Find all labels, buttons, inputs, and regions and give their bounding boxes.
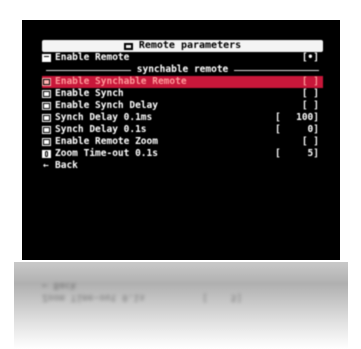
section-separator: synchable remote	[42, 64, 323, 76]
value-bracket: [	[275, 124, 281, 135]
menu-item-synch-delay-s[interactable]: Synch Delay 0.1s [ 0]	[42, 124, 323, 136]
checkbox-value[interactable]: [ ]	[302, 136, 319, 148]
menu-title-bar: Remote parameters	[42, 40, 323, 52]
divider	[234, 69, 320, 71]
value-bracket: [	[275, 112, 281, 123]
menu-item-back[interactable]: ← Back	[42, 160, 323, 172]
screen-reflection: ← Back Zoom Time-out 0.1s [ 5]	[14, 262, 348, 349]
menu-item-enable-synch[interactable]: Enable Synch [ ]	[42, 88, 323, 100]
checkbox-value[interactable]: [ ]	[302, 88, 319, 100]
reflection-content: ← Back Zoom Time-out 0.1s [ 5]	[22, 262, 340, 349]
numeric-value[interactable]: 5]	[308, 148, 319, 160]
checkbox-icon	[42, 114, 51, 122]
menu-item-label: Synch Delay 0.1s	[55, 124, 147, 135]
menu-item-label: Enable Synch Delay	[55, 100, 158, 111]
checkbox-value[interactable]: [ ]	[302, 100, 319, 112]
reflection-row: ← Back	[42, 280, 77, 291]
checkbox-icon	[42, 126, 51, 134]
menu-item-enable-synchable-remote[interactable]: Enable Synchable Remote [ ]	[42, 76, 323, 88]
numeric-value[interactable]: 0]	[308, 124, 319, 136]
menu-item-enable-remote[interactable]: Enable Remote [•]	[42, 52, 323, 64]
menu-item-enable-remote-zoom[interactable]: Enable Remote Zoom [ ]	[42, 136, 323, 148]
divider	[46, 69, 131, 71]
menu-item-label: Enable Synch	[55, 88, 124, 99]
reflection-row: Zoom Time-out 0.1s [ 5]	[42, 292, 243, 303]
checkbox-icon	[42, 138, 51, 146]
back-arrow-icon: ←	[43, 160, 49, 171]
menu-item-label: Enable Synchable Remote	[55, 76, 187, 87]
numeric-value[interactable]: 100]	[296, 112, 319, 124]
menu-item-label: Enable Remote Zoom	[55, 136, 158, 147]
checkbox-icon	[42, 102, 51, 110]
value-bracket: [	[275, 148, 281, 159]
timer-icon	[42, 150, 51, 158]
checkbox-value[interactable]: [ ]	[302, 76, 319, 88]
menu-item-zoom-timeout[interactable]: Zoom Time-out 0.1s [ 5]	[42, 148, 323, 160]
camera-screen: Remote parameters Enable Remote [•] sync…	[22, 20, 340, 260]
checkbox-icon	[42, 90, 51, 98]
section-label: synchable remote	[136, 64, 229, 75]
checkbox-icon	[42, 78, 51, 86]
menu-item-synch-delay-ms[interactable]: Synch Delay 0.1ms [ 100]	[42, 112, 323, 124]
menu-item-label: Enable Remote	[55, 52, 130, 63]
checkbox-value[interactable]: [•]	[302, 52, 319, 64]
menu-title: Remote parameters	[138, 40, 242, 51]
remote-icon	[123, 42, 133, 50]
menu-item-label: Synch Delay 0.1ms	[55, 112, 153, 123]
menu-item-label: Back	[55, 160, 78, 171]
remote-icon	[42, 54, 51, 62]
menu-item-label: Zoom Time-out 0.1s	[55, 148, 158, 159]
menu-item-enable-synch-delay[interactable]: Enable Synch Delay [ ]	[42, 100, 323, 112]
